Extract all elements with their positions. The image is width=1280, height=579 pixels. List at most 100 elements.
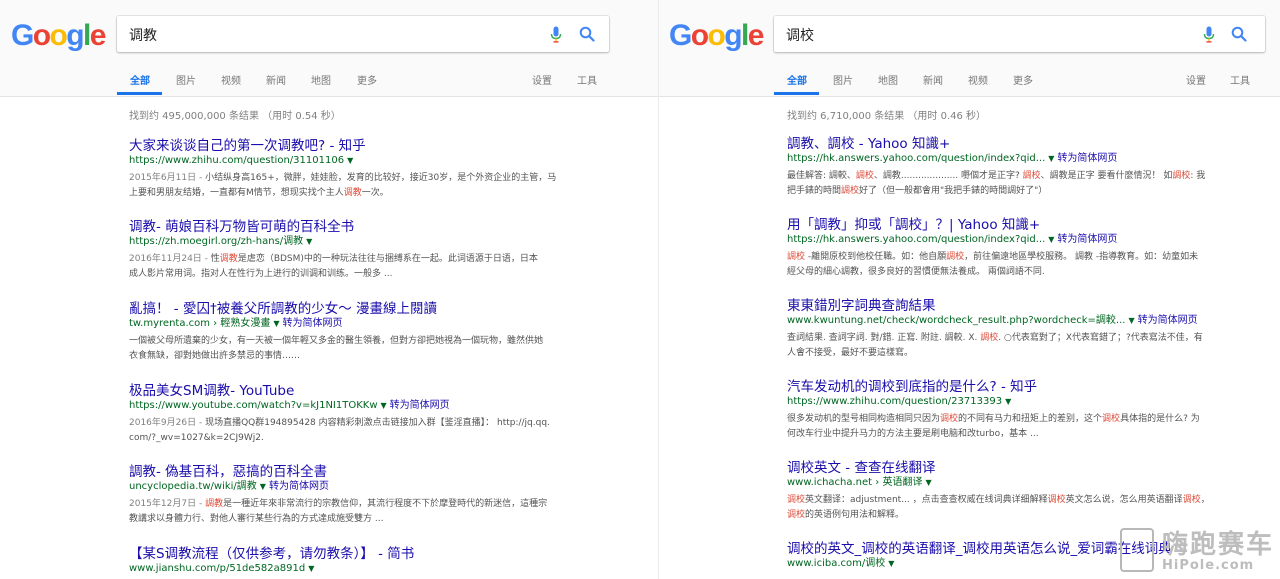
tab-videos[interactable]: 视频: [221, 72, 241, 87]
search-input[interactable]: 调校: [786, 25, 814, 45]
result-date: 2015年6月11日 -: [129, 173, 206, 183]
tab-more[interactable]: 更多: [357, 72, 377, 87]
search-result: 東東錯別字詞典查詢結果 www.kwuntung.net/check/wordch…: [787, 298, 1242, 361]
tab-tools[interactable]: 工具: [577, 72, 597, 87]
result-title-link[interactable]: 调教- 萌娘百科万物皆可萌的百科全书: [129, 219, 569, 235]
translate-link[interactable]: 转为简体网页: [390, 400, 450, 411]
search-result: 亂搞！ - 愛囚†被養父所調教的少女～ 漫畫線上閱讀 tw.myrenta.com…: [129, 301, 569, 364]
search-box[interactable]: 调教: [117, 16, 609, 52]
google-logo[interactable]: Google: [11, 19, 106, 53]
result-title-link[interactable]: 亂搞！ - 愛囚†被養父所調教的少女～ 漫畫線上閱讀: [129, 301, 569, 317]
search-result: 汽车发动机的调校到底指的是什么? - 知乎 https://www.zhihu.c…: [787, 379, 1242, 442]
watermark-logo: [1120, 528, 1154, 572]
result-url: https://www.youtube.com/watch?v=kJ1NI1TO…: [129, 400, 378, 411]
tab-maps[interactable]: 地图: [311, 72, 331, 87]
search-result: 大家来谈谈自己的第一次调教吧? - 知乎 https://www.zhihu.co…: [129, 138, 569, 201]
result-date: 2015年12月7日 -: [129, 499, 206, 509]
cache-dropdown-icon[interactable]: ▼: [273, 319, 279, 328]
result-url: https://www.zhihu.com/question/23713393: [787, 396, 1003, 407]
search-result: 調教- 偽基百科，惡搞的百科全書 uncyclopedia.tw/wiki/調教 ▼…: [129, 464, 569, 527]
top-bar: Google 调校 全部 图片 地图 新闻 视频 更多 设置 工具: [659, 0, 1280, 97]
result-title-link[interactable]: 调校英文 - 查查在线翻译: [787, 460, 1242, 476]
tab-all[interactable]: 全部: [130, 72, 150, 87]
result-snippet: 调校英文翻译：adjustment... ，点击查查权威在线词典详细解释调校英文…: [787, 495, 1210, 520]
tab-more[interactable]: 更多: [1013, 72, 1033, 87]
result-title-link[interactable]: 大家来谈谈自己的第一次调教吧? - 知乎: [129, 138, 569, 154]
result-url: www.jianshu.com/p/51de582a891d: [129, 563, 306, 574]
tab-settings[interactable]: 设置: [1186, 72, 1206, 87]
translate-link[interactable]: 转为简体网页: [283, 318, 343, 329]
tab-settings[interactable]: 设置: [532, 72, 552, 87]
cache-dropdown-icon[interactable]: ▼: [308, 564, 314, 573]
result-snippet: 查詞結果. 查詞字詞. 對/錯. 正寫. 附註. 調較. X. 調校. ○代表寫…: [787, 333, 1203, 358]
translate-link[interactable]: 转为简体网页: [1057, 234, 1117, 245]
watermark-cn-text: 嗨跑赛车: [1162, 530, 1275, 560]
search-result: 用「調教」抑或「調校」？| Yahoo 知識+ https://hk.answer…: [787, 217, 1242, 280]
right-search-panel: Google 调校 全部 图片 地图 新闻 视频 更多 设置 工具 找到约 6,…: [658, 0, 1280, 579]
cache-dropdown-icon[interactable]: ▼: [925, 478, 931, 487]
tab-images[interactable]: 图片: [833, 72, 853, 87]
site-watermark: 嗨跑赛车 HiPole.com: [1116, 522, 1280, 579]
result-snippet: 一個被父母所遺棄的少女，有一天被一個年輕又多金的醫生領養，但對方卻把她視為一個玩…: [129, 336, 544, 361]
translate-link[interactable]: 转为简体网页: [269, 481, 329, 492]
search-result: 极品美女SM调教- YouTube https://www.youtube.com…: [129, 383, 569, 446]
result-title-link[interactable]: 東東錯別字詞典查詢結果: [787, 298, 1242, 314]
top-bar: Google 调教 全部 图片 视频 新闻 地图 更多 设置 工具: [0, 0, 658, 97]
left-search-panel: Google 调教 全部 图片 视频 新闻 地图 更多 设置 工具 找到约 49…: [0, 0, 658, 579]
cache-dropdown-icon[interactable]: ▼: [260, 482, 266, 491]
active-tab-indicator: [774, 92, 819, 95]
tab-videos[interactable]: 视频: [968, 72, 988, 87]
result-title-link[interactable]: 調教- 偽基百科，惡搞的百科全書: [129, 464, 569, 480]
microphone-icon[interactable]: [550, 26, 562, 43]
search-result: 調教、調校 - Yahoo 知識+ https://hk.answers.yaho…: [787, 136, 1242, 199]
cache-dropdown-icon[interactable]: ▼: [306, 237, 312, 246]
search-result: 调教- 萌娘百科万物皆可萌的百科全书 https://zh.moegirl.org…: [129, 219, 569, 282]
result-url: https://hk.answers.yahoo.com/question/in…: [787, 234, 1046, 245]
result-date: 2016年9月26日 -: [129, 418, 206, 428]
search-result: 调校英文 - 查查在线翻译 www.ichacha.net › 英语翻译 ▼ 调校英文…: [787, 460, 1242, 523]
cache-dropdown-icon[interactable]: ▼: [1128, 316, 1134, 325]
cache-dropdown-icon[interactable]: ▼: [1048, 154, 1054, 163]
cache-dropdown-icon[interactable]: ▼: [1005, 397, 1011, 406]
translate-link[interactable]: 转为简体网页: [1057, 153, 1117, 164]
result-snippet: 2015年6月11日 - 小结纵身高165+，微胖，娃娃脸，发育的比较好，接近3…: [129, 173, 557, 198]
search-box[interactable]: 调校: [774, 16, 1265, 52]
tab-maps[interactable]: 地图: [878, 72, 898, 87]
tab-all[interactable]: 全部: [787, 72, 807, 87]
cache-dropdown-icon[interactable]: ▼: [347, 156, 353, 165]
translate-link[interactable]: 转为简体网页: [1138, 315, 1198, 326]
result-title-link[interactable]: 【某S调教流程（仅供参考，请勿教条）】 - 简书: [129, 546, 569, 562]
result-title-link[interactable]: 用「調教」抑或「調校」？| Yahoo 知識+: [787, 217, 1242, 233]
search-result: 【某S调教流程（仅供参考，请勿教条）】 - 简书 www.jianshu.com/…: [129, 546, 569, 576]
result-url: tw.myrenta.com › 輕熟女漫畫: [129, 318, 271, 329]
cache-dropdown-icon[interactable]: ▼: [1048, 235, 1054, 244]
result-stats: 找到约 6,710,000 条结果 （用时 0.46 秒）: [787, 111, 987, 122]
result-url: https://www.zhihu.com/question/31101106: [129, 155, 345, 166]
google-logo[interactable]: Google: [669, 19, 764, 53]
cache-dropdown-icon[interactable]: ▼: [381, 401, 387, 410]
tab-images[interactable]: 图片: [176, 72, 196, 87]
result-title-link[interactable]: 調教、調校 - Yahoo 知識+: [787, 136, 1242, 152]
result-title-link[interactable]: 汽车发动机的调校到底指的是什么? - 知乎: [787, 379, 1242, 395]
result-snippet: 2015年12月7日 - 調教是一種近年來非常流行的宗教信仰，其流行程度不下於摩…: [129, 499, 548, 524]
result-snippet: 2016年9月26日 - 现场直播QQ群194895428 内容精彩刺激点击链接…: [129, 418, 550, 443]
result-url: https://hk.answers.yahoo.com/question/in…: [787, 153, 1046, 164]
result-snippet: 2016年11月24日 - 性调教是虐恋（BDSM)中的一种玩法往往与捆缚系在一…: [129, 254, 538, 279]
search-icon[interactable]: [579, 26, 595, 42]
tab-news[interactable]: 新闻: [923, 72, 943, 87]
result-snippet: 調校 -離開原校到他校任職。如：他自願調校，前往偏遠地區學校服務。 調教 -指導…: [787, 252, 1199, 277]
result-title-link[interactable]: 极品美女SM调教- YouTube: [129, 383, 569, 399]
result-url: www.iciba.com/调校: [787, 558, 886, 569]
watermark-en-text: HiPole.com: [1162, 558, 1255, 573]
search-icon[interactable]: [1231, 26, 1247, 42]
result-url: uncyclopedia.tw/wiki/調教: [129, 481, 257, 492]
result-date: 2016年11月24日 -: [129, 254, 211, 264]
search-input[interactable]: 调教: [129, 25, 157, 45]
tab-news[interactable]: 新闻: [266, 72, 286, 87]
active-tab-indicator: [117, 92, 162, 95]
result-url: www.ichacha.net › 英语翻译: [787, 477, 923, 488]
microphone-icon[interactable]: [1203, 26, 1215, 43]
result-url: https://zh.moegirl.org/zh-hans/调教: [129, 236, 304, 247]
cache-dropdown-icon[interactable]: ▼: [888, 559, 894, 568]
tab-tools[interactable]: 工具: [1230, 72, 1250, 87]
